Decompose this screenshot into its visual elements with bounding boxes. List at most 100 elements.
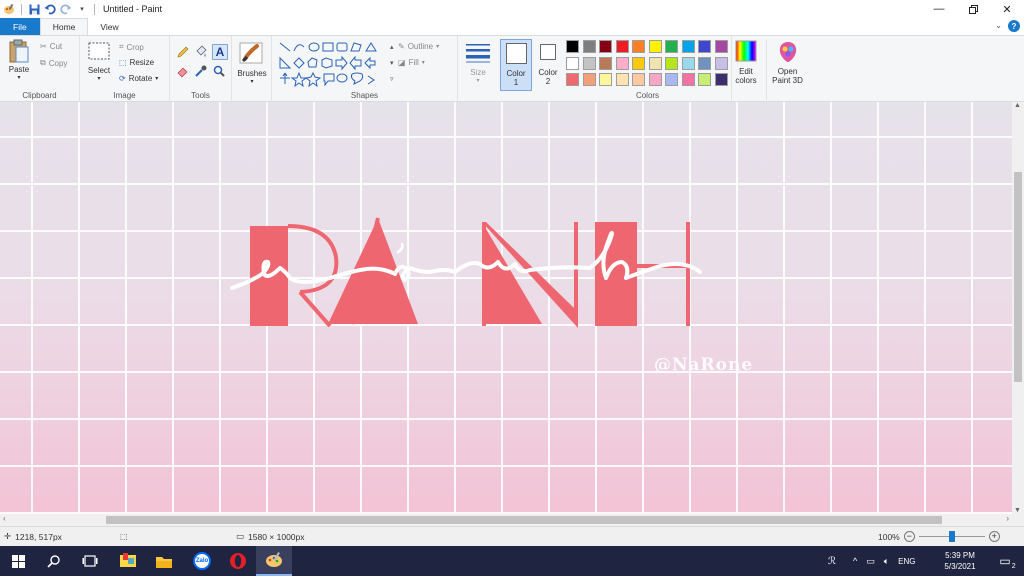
volume-icon[interactable]: 🔈︎: [884, 556, 889, 567]
color-swatch[interactable]: [566, 56, 579, 70]
pencil-icon[interactable]: [176, 45, 190, 59]
scroll-up-icon[interactable]: ▲: [1014, 102, 1021, 109]
collapse-ribbon-icon[interactable]: ⌄: [995, 21, 1002, 30]
magnifier-icon[interactable]: [212, 64, 226, 78]
eraser-icon[interactable]: [176, 64, 190, 78]
task-view-button[interactable]: [72, 546, 108, 576]
canvas-image[interactable]: @NaRone: [0, 102, 1012, 514]
language-indicator[interactable]: ENG: [898, 557, 915, 566]
color-swatch[interactable]: [566, 73, 579, 86]
cut-button[interactable]: ✂ Cut: [40, 42, 62, 51]
rotate-button[interactable]: ⟳ Rotate ▾: [119, 74, 158, 83]
color-swatch[interactable]: [582, 40, 596, 53]
people-icon[interactable]: ℛ: [828, 556, 836, 567]
copy-button[interactable]: ⧉ Copy: [40, 58, 67, 68]
show-hidden-icons-icon[interactable]: ^: [853, 556, 857, 566]
scroll-right-icon[interactable]: ›: [1006, 514, 1009, 523]
color-swatch[interactable]: [632, 73, 645, 86]
redo-icon[interactable]: [60, 3, 72, 15]
text-tool-icon[interactable]: A: [212, 44, 228, 60]
color-swatch[interactable]: [615, 73, 629, 86]
paint3d-icon: [779, 42, 796, 62]
color-swatch[interactable]: [566, 40, 579, 53]
fill-bucket-icon[interactable]: [194, 45, 208, 59]
taskbar-app-opera[interactable]: [220, 546, 256, 576]
paste-button[interactable]: Paste ▾: [6, 39, 32, 83]
color-swatch[interactable]: [632, 56, 645, 70]
color-swatch[interactable]: [648, 40, 662, 53]
color-swatch[interactable]: [599, 40, 612, 53]
brushes-button[interactable]: Brushes ▾: [235, 41, 269, 87]
scroll-left-icon[interactable]: ‹: [3, 514, 6, 523]
crop-button[interactable]: ⌗ Crop: [119, 42, 144, 52]
color-swatch[interactable]: [665, 40, 678, 53]
opera-icon: [230, 553, 246, 569]
color-swatch[interactable]: [665, 73, 678, 86]
color-swatch[interactable]: [648, 56, 662, 70]
color-swatch[interactable]: [615, 56, 629, 70]
color-swatch[interactable]: [615, 40, 629, 53]
horizontal-scroll-thumb[interactable]: [106, 516, 942, 524]
zoom-in-icon[interactable]: +: [988, 531, 1000, 542]
clock[interactable]: 5:39 PM 5/3/2021: [940, 546, 980, 576]
tab-view[interactable]: View: [88, 18, 130, 35]
tab-home[interactable]: Home: [39, 18, 89, 35]
canvas-size: ▭ 1580 × 1000px: [236, 531, 305, 542]
close-button[interactable]: ✕: [990, 0, 1024, 18]
taskbar-app-explorer[interactable]: [146, 546, 182, 576]
color-swatch[interactable]: [599, 56, 612, 70]
edit-colors-button[interactable]: Edit colors: [730, 40, 762, 85]
open-paint3d-button[interactable]: Open Paint 3D: [766, 40, 808, 100]
color-swatch[interactable]: [681, 40, 695, 53]
search-button[interactable]: [36, 546, 72, 576]
undo-icon[interactable]: [44, 3, 56, 15]
minimize-button[interactable]: —: [922, 0, 956, 18]
select-button[interactable]: Select ▾: [84, 41, 114, 84]
fill-button[interactable]: ◪ Fill ▾: [398, 58, 425, 67]
help-icon[interactable]: ?: [1008, 20, 1020, 32]
maximize-button[interactable]: [956, 0, 990, 18]
size-button[interactable]: Size ▾: [463, 42, 493, 86]
shapes-gallery[interactable]: ▴ ▾ ▿: [278, 40, 394, 88]
zoom-out-icon[interactable]: −: [903, 531, 915, 542]
zoom-slider-thumb[interactable]: [948, 531, 955, 542]
color-swatch[interactable]: [681, 73, 695, 86]
taskbar-app-paint[interactable]: [256, 546, 292, 576]
canvas-area[interactable]: @NaRone: [0, 102, 1012, 514]
color-swatch[interactable]: [632, 40, 645, 53]
clock-date: 5/3/2021: [944, 562, 976, 571]
vertical-scroll-thumb[interactable]: [1014, 172, 1022, 382]
scroll-down-icon[interactable]: ▼: [1014, 507, 1021, 514]
battery-icon[interactable]: ▭: [866, 556, 875, 567]
color-swatch[interactable]: [714, 73, 728, 86]
taskbar-app-sticky[interactable]: [110, 546, 146, 576]
action-center-button[interactable]: ▭ 2: [990, 546, 1020, 576]
color-swatch[interactable]: [698, 73, 711, 86]
color-swatch[interactable]: [714, 56, 728, 70]
shapes-scroll-icon[interactable]: ▴ ▾ ▿: [390, 40, 394, 88]
customize-qat-icon[interactable]: ▾: [76, 3, 88, 15]
color-swatch[interactable]: [582, 73, 596, 86]
vertical-scrollbar[interactable]: ▲ ▼: [1012, 102, 1024, 514]
zoom-slider[interactable]: [918, 531, 985, 542]
tab-file[interactable]: File: [0, 18, 40, 35]
taskbar-app-zalo[interactable]: Zalo: [184, 546, 220, 576]
paint-app-icon[interactable]: [3, 3, 15, 15]
color-swatch[interactable]: [648, 73, 662, 86]
color-swatch[interactable]: [681, 56, 695, 70]
color2-button[interactable]: Color 2: [534, 39, 562, 91]
save-icon[interactable]: [28, 3, 40, 15]
horizontal-scrollbar[interactable]: ‹ ›: [0, 514, 1012, 526]
resize-button[interactable]: ⬚ Resize: [119, 58, 154, 67]
color-picker-icon[interactable]: [194, 64, 208, 78]
start-button[interactable]: [0, 546, 36, 576]
color1-button[interactable]: Color 1: [500, 39, 532, 91]
color-swatch[interactable]: [698, 40, 711, 53]
outline-button[interactable]: ✎ Outline ▾: [398, 42, 439, 51]
color-swatch[interactable]: [582, 56, 596, 70]
color-swatch[interactable]: [599, 73, 612, 86]
color-swatch[interactable]: [714, 40, 728, 53]
color-swatch[interactable]: [665, 56, 678, 70]
color-swatch[interactable]: [698, 56, 711, 70]
copy-label: Copy: [48, 58, 68, 68]
